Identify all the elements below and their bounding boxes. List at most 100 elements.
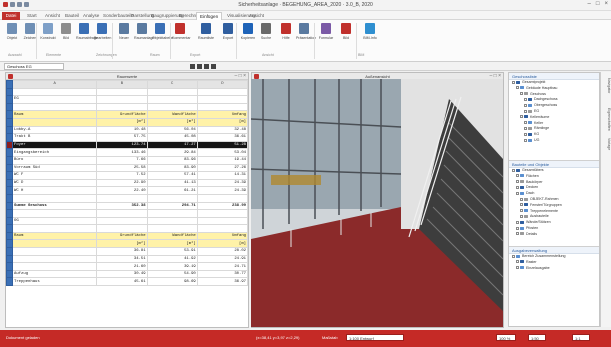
table-row[interactable]: EG xyxy=(6,95,248,104)
table-cell[interactable]: 36.97 xyxy=(196,277,248,287)
tree-checkbox[interactable] xyxy=(512,168,515,172)
ribbon-button-17[interactable]: Bild xyxy=(338,23,354,40)
table-cell[interactable]: Wandfläche xyxy=(146,231,198,241)
table-cell[interactable]: 123.74 xyxy=(96,140,148,150)
layer-icon[interactable] xyxy=(190,64,195,69)
menu-tab-2[interactable]: Ansicht xyxy=(42,12,63,20)
table-cell[interactable]: Büro xyxy=(12,155,98,165)
tree-checkbox[interactable] xyxy=(516,191,519,195)
table-cell[interactable]: 41.92 xyxy=(146,254,198,264)
table-cell[interactable] xyxy=(12,87,98,97)
table-row[interactable]: WC H 22.40 61.21 24.39 xyxy=(6,186,248,195)
ribbon-button-18[interactable]: BIM-Info xyxy=(362,23,378,40)
3d-viewport[interactable] xyxy=(251,79,503,327)
table-cell[interactable] xyxy=(196,209,248,218)
table-cell[interactable]: 29.84 xyxy=(146,148,198,157)
table-cell[interactable]: 22.90 xyxy=(96,178,148,188)
table-cell[interactable]: 24.71 xyxy=(196,262,248,271)
pane-close-icon[interactable]: – □ × xyxy=(235,73,247,80)
table-cell[interactable]: 22.40 xyxy=(96,186,148,195)
tree-checkbox[interactable] xyxy=(524,109,527,113)
table-cell[interactable]: 57.75 xyxy=(96,133,148,142)
table-cell[interactable]: [m²] xyxy=(96,239,148,249)
tree-checkbox[interactable] xyxy=(516,185,519,189)
table-cell[interactable] xyxy=(196,87,248,97)
tree-checkbox[interactable] xyxy=(516,180,519,184)
menu-tab-11[interactable]: Ansicht xyxy=(246,12,267,20)
table-cell[interactable]: 83.96 xyxy=(146,155,198,165)
table-cell[interactable]: 57.41 xyxy=(146,171,198,180)
table-cell[interactable] xyxy=(196,102,248,112)
table-cell[interactable]: 19.44 xyxy=(196,155,248,165)
table-cell[interactable]: Raum xyxy=(12,231,98,241)
table-cell[interactable] xyxy=(12,239,98,249)
table-cell[interactable] xyxy=(196,193,248,203)
table-row[interactable]: Büro 7.66 83.96 19.44 xyxy=(6,155,248,165)
table-cell[interactable] xyxy=(196,216,248,226)
table-cell[interactable] xyxy=(96,209,148,218)
table-cell[interactable] xyxy=(12,102,98,112)
table-cell[interactable]: 24.91 xyxy=(196,254,248,264)
tree-checkbox[interactable] xyxy=(512,80,515,84)
ratio-field-2[interactable]: 1:1 xyxy=(572,334,590,341)
tree-checkbox[interactable] xyxy=(520,209,523,213)
tree-checkbox[interactable] xyxy=(516,260,519,264)
table-row[interactable]: Summe Geschoss 352.38 294.71 238.99 xyxy=(6,201,248,211)
table-cell[interactable]: Foyer xyxy=(12,140,98,150)
table-cell[interactable]: 41.13 xyxy=(146,178,198,188)
table-cell[interactable]: 30.77 xyxy=(196,269,248,279)
table-cell[interactable] xyxy=(96,102,148,112)
table-cell[interactable]: 24.39 xyxy=(196,186,248,195)
table-cell[interactable] xyxy=(96,216,148,226)
table-cell[interactable] xyxy=(146,102,198,112)
tree-checkbox[interactable] xyxy=(524,103,527,107)
table-row[interactable] xyxy=(6,224,248,233)
table-cell[interactable]: 28.02 xyxy=(196,247,248,256)
ribbon-button-16[interactable]: Formular xyxy=(318,23,334,40)
render-icon[interactable] xyxy=(211,64,216,69)
column-header[interactable]: D xyxy=(196,80,248,89)
table-cell[interactable]: 25.58 xyxy=(96,163,148,173)
table-cell[interactable]: 54.90 xyxy=(146,269,198,279)
column-header[interactable]: B xyxy=(96,80,148,89)
ribbon-button-15[interactable]: Präsentation xyxy=(296,23,316,40)
tree-checkbox[interactable] xyxy=(516,174,519,178)
table-cell[interactable] xyxy=(12,209,98,218)
table-row[interactable]: Vorraum Süd 25.58 83.90 27.26 xyxy=(6,163,248,173)
table-cell[interactable]: Eingangsbereich xyxy=(12,148,98,157)
tree-checkbox[interactable] xyxy=(516,86,519,90)
tree-checkbox[interactable] xyxy=(520,197,523,201)
zoom-field[interactable]: 100 % xyxy=(496,334,516,341)
tree-checkbox[interactable] xyxy=(524,97,527,101)
table-cell[interactable]: 45.08 xyxy=(146,133,198,142)
table-row[interactable] xyxy=(6,87,248,97)
table-cell[interactable] xyxy=(12,224,98,233)
table-cell[interactable] xyxy=(12,254,98,264)
table-row[interactable]: WC D 22.90 41.13 24.39 xyxy=(6,178,248,188)
ribbon-button-12[interactable]: Kopieren xyxy=(240,23,256,40)
table-cell[interactable] xyxy=(12,247,98,256)
ribbon-button-5[interactable]: Bearbeiten xyxy=(94,23,111,40)
menu-tab-1[interactable]: Start xyxy=(24,12,40,20)
menu-tab-9[interactable]: Einfügen xyxy=(196,12,223,20)
ribbon-button-10[interactable]: Raumliste xyxy=(198,23,214,40)
tree-item[interactable]: Einzelausgabe xyxy=(509,266,599,272)
table-cell[interactable]: 238.99 xyxy=(196,201,248,211)
table-row[interactable] xyxy=(6,209,248,218)
scale-selector[interactable]: 1:100 Entwurf xyxy=(346,334,404,341)
floor-selector[interactable]: Geschoss EG xyxy=(4,63,64,70)
tree-checkbox[interactable] xyxy=(516,232,519,236)
table-cell[interactable]: Raum xyxy=(12,110,98,119)
table-row[interactable] xyxy=(6,193,248,203)
table-cell[interactable]: 98.69 xyxy=(146,277,198,287)
table-row[interactable]: [m²] [m²] [m] xyxy=(6,239,248,249)
table-cell[interactable] xyxy=(196,224,248,233)
table-cell[interactable] xyxy=(146,95,198,104)
table-row[interactable]: 34.51 41.92 24.91 xyxy=(6,254,248,264)
tree-checkbox[interactable] xyxy=(524,132,527,136)
output-tree[interactable]: Bereich Zusammenstellung Raster Einzelausg… xyxy=(509,254,599,271)
table-cell[interactable]: Trakt B xyxy=(12,133,98,142)
table-cell[interactable]: 133.46 xyxy=(96,148,148,157)
table-cell[interactable]: [m²] xyxy=(146,117,198,127)
tree-checkbox[interactable] xyxy=(516,220,519,224)
